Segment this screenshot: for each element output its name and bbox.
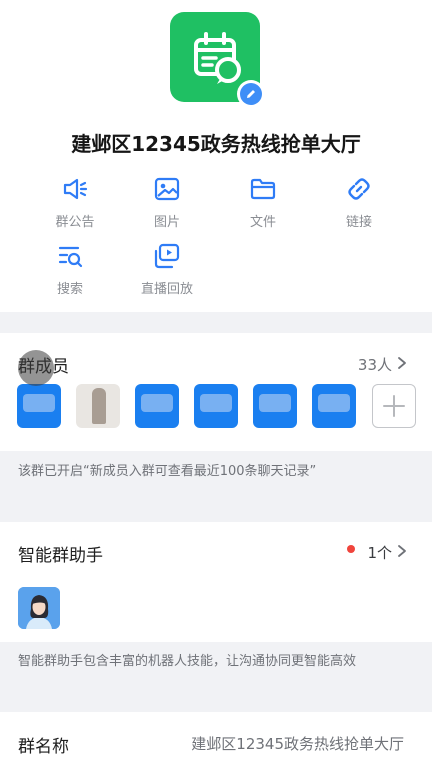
plus-icon [383,395,405,417]
assistant-title: 智能群助手 [18,546,103,566]
func-links[interactable]: 链接 [311,175,407,235]
func-label: 群公告 [55,215,95,230]
unread-dot [347,545,355,553]
members-notice: 该群已开启“新成员入群可查看最近100条聊天记录” [18,464,317,479]
megaphone-icon [63,178,88,200]
link-icon [348,178,370,200]
group-name-title: 建邺区12345政务热线抢单大厅 [71,132,361,156]
touch-indicator [18,350,54,386]
func-live-replay[interactable]: 直播回放 [119,242,215,302]
search-list-icon [58,246,83,268]
func-files[interactable]: 文件 [215,175,311,235]
chevron-right-icon[interactable] [396,544,408,558]
func-label: 链接 [345,215,372,230]
folder-icon [250,178,276,200]
assistant-bot-icon [18,587,60,629]
group-name-value: 建邺区12345政务热线抢单大厅 [191,735,404,753]
func-images[interactable]: 图片 [119,175,215,235]
member-avatar[interactable] [194,384,238,428]
func-label: 直播回放 [140,282,193,297]
edit-avatar-button[interactable] [237,80,265,108]
member-avatar[interactable] [76,384,120,428]
member-avatar[interactable] [17,384,61,428]
func-label: 文件 [249,215,276,230]
assistant-bot-avatar[interactable] [18,587,60,629]
member-avatar[interactable] [253,384,297,428]
func-announcement[interactable]: 群公告 [27,175,123,235]
func-search[interactable]: 搜索 [22,242,118,302]
members-count[interactable]: 33人 [358,354,392,375]
member-avatar[interactable] [135,384,179,428]
add-member-button[interactable] [372,384,416,428]
pencil-icon [247,90,255,98]
assistant-description: 智能群助手包含丰富的机器人技能，让沟通协同更智能高效 [18,654,357,669]
func-label: 图片 [153,215,180,230]
replay-icon [154,243,180,269]
assistant-card [0,522,432,642]
group-name-label: 群名称 [18,737,69,757]
chevron-right-icon[interactable] [396,356,408,370]
assistant-count[interactable]: 1个 [367,542,392,563]
image-icon [154,177,180,201]
member-avatar[interactable] [312,384,356,428]
func-label: 搜索 [56,282,83,297]
